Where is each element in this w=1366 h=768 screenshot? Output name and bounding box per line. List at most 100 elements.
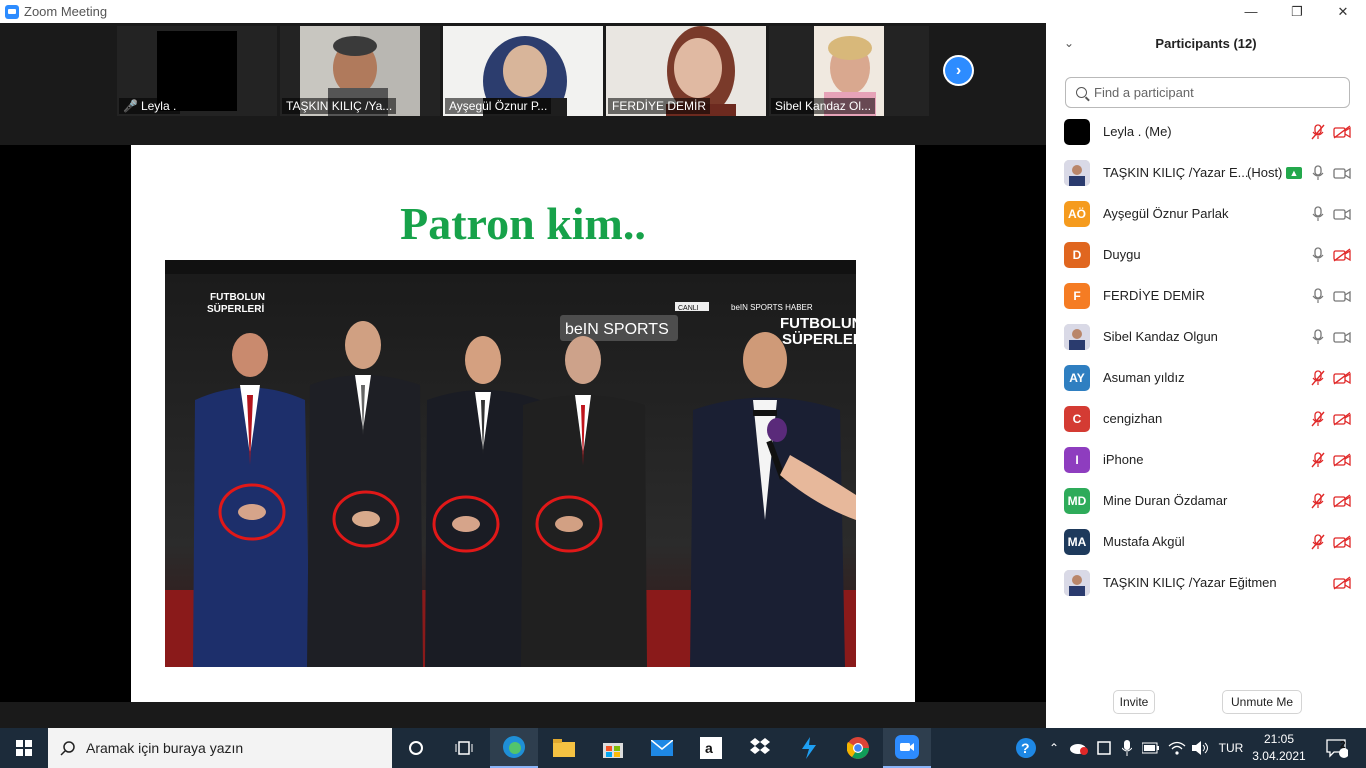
participant-row[interactable]: F FERDİYE DEMİR xyxy=(1046,275,1366,316)
participant-row[interactable]: AÖ Ayşegül Öznur Parlak xyxy=(1046,193,1366,234)
video-tile-aysegul[interactable]: Ayşegül Öznur P... xyxy=(443,26,603,116)
tile-name-label: TAŞKIN KILIÇ /Ya... xyxy=(282,98,397,114)
mic-muted-icon[interactable] xyxy=(1311,451,1325,468)
camera-off-icon[interactable] xyxy=(1333,411,1351,426)
zoom-icon xyxy=(895,735,919,759)
backdrop-text: FUTBOLUN xyxy=(780,315,856,332)
gallery-next-button[interactable]: › xyxy=(943,55,974,86)
unmute-me-button[interactable]: Unmute Me xyxy=(1222,690,1302,714)
invite-button[interactable]: Invite xyxy=(1113,690,1155,714)
camera-icon[interactable] xyxy=(1333,330,1351,344)
participant-row[interactable]: TAŞKIN KILIÇ /Yazar Eğitmen xyxy=(1046,562,1366,603)
tray-device[interactable] xyxy=(1094,728,1114,768)
taskbar-mail[interactable] xyxy=(638,728,686,768)
svg-text:a: a xyxy=(705,740,713,756)
participant-name: Duygu xyxy=(1103,247,1141,262)
shared-screen: Patron kim.. FUTBOLUN SÜPERLERİ beIN SPO… xyxy=(0,145,1046,702)
participant-row[interactable]: Leyla . (Me) xyxy=(1046,111,1366,152)
participant-name: Mine Duran Özdamar xyxy=(1103,493,1228,508)
mic-muted-icon[interactable] xyxy=(1311,410,1325,427)
task-view-button[interactable] xyxy=(392,728,440,768)
participant-row[interactable]: Sibel Kandaz Olgun xyxy=(1046,316,1366,357)
taskbar-chrome[interactable] xyxy=(834,728,882,768)
tray-network-error[interactable] xyxy=(1068,728,1090,768)
camera-icon[interactable] xyxy=(1333,166,1351,180)
minimize-button[interactable]: — xyxy=(1228,0,1274,23)
taskbar-amazon[interactable]: a xyxy=(687,728,735,768)
restore-button[interactable]: ❐ xyxy=(1274,0,1320,23)
show-hidden-icons-button[interactable]: ⌃ xyxy=(1045,728,1063,768)
microphone-icon[interactable] xyxy=(1311,246,1325,263)
mic-muted-icon[interactable] xyxy=(1311,369,1325,386)
avatar: AÖ xyxy=(1064,200,1090,227)
camera-off-icon[interactable] xyxy=(1333,124,1351,139)
camera-icon[interactable] xyxy=(1333,207,1351,221)
camera-off-icon[interactable] xyxy=(1333,452,1351,467)
participant-name: FERDİYE DEMİR xyxy=(1103,288,1205,303)
video-tile-sibel[interactable]: Sibel Kandaz Ol... xyxy=(769,26,929,116)
tile-name-label: 🎤 Leyla . xyxy=(119,98,181,114)
speaker-icon xyxy=(1192,741,1208,755)
tray-battery[interactable] xyxy=(1140,728,1162,768)
microphone-icon[interactable] xyxy=(1311,328,1325,345)
microphone-icon[interactable] xyxy=(1311,164,1325,181)
timeline-button[interactable] xyxy=(440,728,488,768)
task-view-icon xyxy=(455,741,473,755)
participant-row[interactable]: TAŞKIN KILIÇ /Yazar E... (Host) ▲ xyxy=(1046,152,1366,193)
tile-name-label: Sibel Kandaz Ol... xyxy=(771,98,876,114)
tray-volume[interactable] xyxy=(1190,728,1212,768)
camera-icon[interactable] xyxy=(1333,289,1351,303)
tray-language[interactable]: TUR xyxy=(1214,728,1248,768)
camera-off-icon[interactable] xyxy=(1333,575,1351,590)
mic-muted-icon[interactable] xyxy=(1311,492,1325,509)
help-button[interactable]: ? xyxy=(1013,728,1039,768)
taskbar-zoom[interactable] xyxy=(883,728,931,768)
mic-muted-icon[interactable] xyxy=(1311,123,1325,140)
video-gallery-strip: 🎤 Leyla . TAŞKIN KILIÇ /Ya... Ayşegül Özn… xyxy=(0,23,1046,145)
camera-off-icon[interactable] xyxy=(1333,534,1351,549)
restore-icon: ❐ xyxy=(1291,3,1303,19)
search-icon xyxy=(60,741,75,756)
participant-search-input[interactable] xyxy=(1094,85,1334,100)
close-button[interactable]: ✕ xyxy=(1320,0,1366,23)
help-icon: ? xyxy=(1016,738,1036,758)
taskbar-file-explorer[interactable] xyxy=(540,728,588,768)
screen-share-icon: ▲ xyxy=(1286,166,1302,179)
close-icon: ✕ xyxy=(1337,3,1349,19)
start-button[interactable] xyxy=(0,728,48,768)
participant-name: TAŞKIN KILIÇ /Yazar E... xyxy=(1103,165,1249,180)
video-tile-ferdiye[interactable]: FERDİYE DEMİR xyxy=(606,26,766,116)
participant-row[interactable]: AY Asuman yıldız xyxy=(1046,357,1366,398)
camera-off-icon[interactable] xyxy=(1333,370,1351,385)
participant-list: Leyla . (Me) TAŞKIN KILIÇ /Yazar E... (Hos… xyxy=(1046,111,1366,603)
participant-row[interactable]: MD Mine Duran Özdamar xyxy=(1046,480,1366,521)
participant-row[interactable]: D Duygu xyxy=(1046,234,1366,275)
clock-time: 21:05 xyxy=(1263,732,1295,746)
action-center-button[interactable]: 2 xyxy=(1318,728,1356,768)
video-tile-leyla[interactable]: 🎤 Leyla . xyxy=(117,26,277,116)
camera-off-icon[interactable] xyxy=(1333,493,1351,508)
video-tile-taskin[interactable]: TAŞKIN KILIÇ /Ya... xyxy=(280,26,440,116)
microphone-icon xyxy=(1122,740,1132,756)
participant-row[interactable]: MA Mustafa Akgül xyxy=(1046,521,1366,562)
microphone-icon[interactable] xyxy=(1311,287,1325,304)
tray-wifi[interactable] xyxy=(1166,728,1188,768)
tray-clock[interactable]: 21:05 3.04.2021 xyxy=(1252,731,1306,765)
participant-search[interactable] xyxy=(1065,77,1350,108)
taskbar-store[interactable] xyxy=(589,728,637,768)
taskbar-app[interactable] xyxy=(785,728,833,768)
avatar xyxy=(1064,323,1090,350)
participant-row[interactable]: IiPhone xyxy=(1046,439,1366,480)
taskbar-search[interactable] xyxy=(48,728,392,768)
camera-off-icon[interactable] xyxy=(1333,247,1351,262)
taskbar-edge[interactable] xyxy=(490,728,538,768)
avatar: C xyxy=(1064,405,1090,432)
chrome-icon xyxy=(847,737,869,759)
mic-muted-icon[interactable] xyxy=(1311,533,1325,550)
participant-row[interactable]: Ccengizhan xyxy=(1046,398,1366,439)
tray-microphone[interactable] xyxy=(1117,728,1137,768)
taskbar-dropbox[interactable] xyxy=(736,728,784,768)
taskbar-search-input[interactable] xyxy=(86,740,376,756)
backdrop-text: beIN SPORTS HABER xyxy=(731,303,813,312)
microphone-icon[interactable] xyxy=(1311,205,1325,222)
